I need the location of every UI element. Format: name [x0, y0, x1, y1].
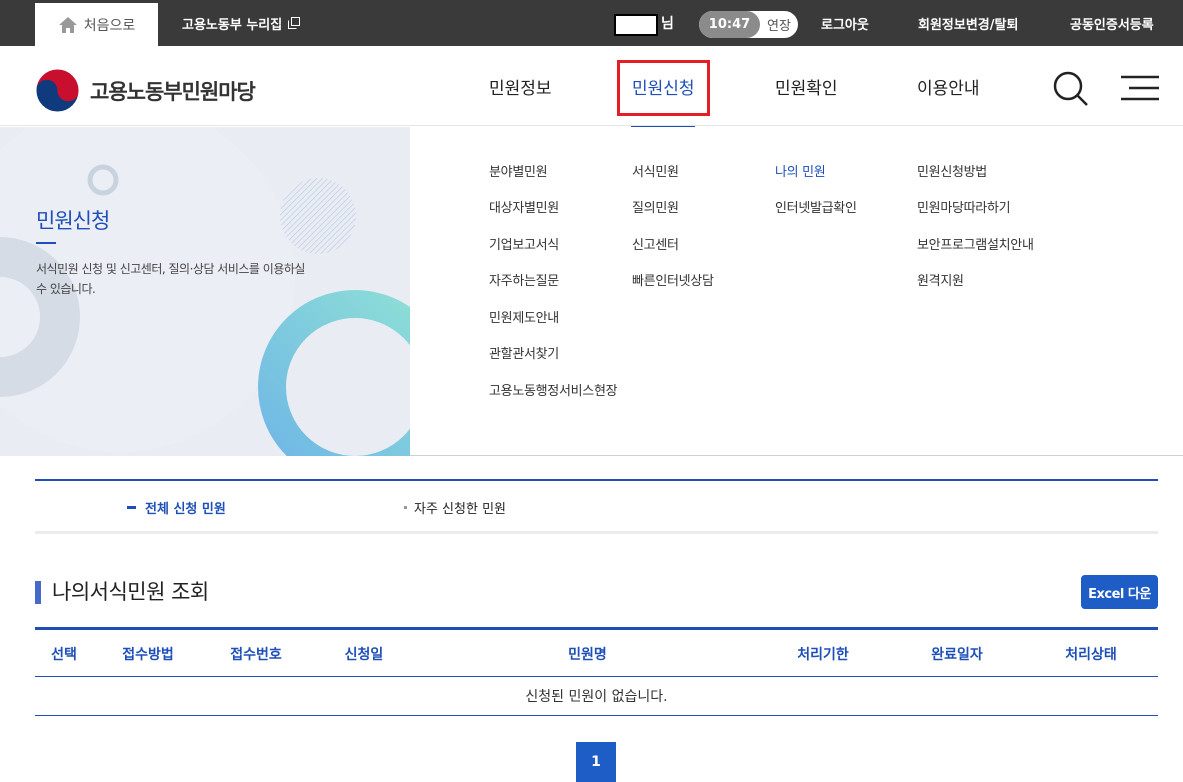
active-tab-marker [127, 505, 136, 509]
submenu-faq[interactable]: 자주하는질문 [489, 270, 559, 289]
submenu-company-report[interactable]: 기업보고서식 [489, 234, 559, 253]
extend-session-button[interactable]: 연장 [760, 15, 798, 34]
nav-usage-guide[interactable]: 이용안내 [917, 46, 980, 126]
site-title: 고용노동부민원마당 [90, 79, 256, 104]
col-select: 선택 [51, 646, 77, 663]
submenu-security-install[interactable]: 보안프로그램설치안내 [917, 234, 1034, 253]
excel-download-button[interactable]: Excel 다운 [1081, 575, 1158, 609]
submenu-inquiry-complaint[interactable]: 질의민원 [632, 197, 679, 216]
nav-highlight-box [617, 60, 710, 116]
submenu-field-complaint[interactable]: 분야별민원 [489, 161, 548, 180]
submenu-target-complaint[interactable]: 대상자별민원 [489, 197, 559, 216]
mega-menu-dropdown: 민원신청 서식민원 신청 및 신고센터, 질의·상담 서비스를 이용하실 수 있… [0, 127, 1183, 456]
tab-all-complaints-label: 전체 신청 민원 [145, 501, 226, 517]
col-status: 처리상태 [1065, 646, 1117, 663]
home-link[interactable]: 처음으로 [35, 3, 158, 46]
section-title-marker [35, 581, 41, 604]
complaint-subtabs: 전체 신청 민원 자주 신청한 민원 [35, 479, 1158, 534]
col-receipt-number: 접수번호 [230, 646, 282, 663]
home-icon [58, 16, 77, 33]
submenu-system-guide[interactable]: 민원제도안내 [489, 307, 559, 326]
tab-all-complaints[interactable]: 전체 신청 민원 [127, 481, 226, 533]
timer-value: 10:47 [699, 11, 760, 38]
nurijip-link[interactable]: 고용노동부 누리집 [182, 0, 301, 46]
submenu-office-finder[interactable]: 관할관서찾기 [489, 343, 559, 362]
promo-accent-bar [36, 242, 56, 244]
submenu-apply-method[interactable]: 민원신청방법 [917, 161, 987, 180]
search-icon[interactable] [1052, 70, 1090, 108]
nurijip-label: 고용노동부 누리집 [182, 17, 283, 33]
col-apply-date: 신청일 [344, 646, 384, 663]
submenu-remote-support[interactable]: 원격지원 [917, 270, 964, 289]
home-label: 처음으로 [83, 17, 136, 34]
tab-frequent-complaints[interactable]: 자주 신청한 민원 [404, 481, 506, 533]
tab-bullet [404, 505, 407, 509]
promo-description: 서식민원 신청 및 신고센터, 질의·상담 서비스를 이용하실 수 있습니다. [36, 262, 305, 296]
session-timer: 10:47 연장 [699, 11, 798, 38]
col-deadline: 처리기한 [797, 646, 849, 663]
page-1-button[interactable]: 1 [576, 742, 616, 782]
certificate-register-link[interactable]: 공동인증서등록 [1070, 0, 1154, 46]
submenu-tutorial[interactable]: 민원마당따라하기 [917, 197, 1011, 216]
promo-title: 민원신청 [36, 209, 110, 233]
hamburger-menu-icon[interactable] [1121, 74, 1159, 102]
submenu-form-complaint[interactable]: 서식민원 [632, 161, 679, 180]
logout-link[interactable]: 로그아웃 [821, 0, 869, 46]
site-header: 고용노동부민원마당 민원정보 민원신청 민원확인 이용안내 [0, 46, 1183, 131]
submenu-quick-consult[interactable]: 빠른인터넷상담 [632, 270, 714, 289]
col-completion-date: 완료일자 [931, 646, 983, 663]
submenu-report-center[interactable]: 신고센터 [632, 234, 679, 253]
new-window-icon [288, 17, 301, 29]
submenu-my-complaint[interactable]: 나의 민원 [775, 161, 826, 180]
col-receipt-method: 접수방법 [122, 646, 174, 663]
col-complaint-name: 민원명 [568, 646, 607, 663]
submenu-issuance-check[interactable]: 인터넷발급확인 [775, 197, 857, 216]
taegeuk-logo-icon [35, 68, 80, 113]
page-title: 나의서식민원 조회 [52, 580, 209, 604]
complaint-table: 선택 접수방법 접수번호 신청일 민원명 처리기한 완료일자 처리상태 신청된 … [35, 627, 1158, 716]
nav-complaint-info[interactable]: 민원정보 [489, 46, 552, 126]
submenu-service-field[interactable]: 고용노동행정서비스현장 [489, 380, 618, 399]
member-info-link[interactable]: 회원정보변경/탈퇴 [918, 0, 1018, 46]
tab-frequent-complaints-label: 자주 신청한 민원 [414, 501, 506, 517]
user-suffix: 님 [661, 16, 674, 32]
top-utility-bar: 처음으로 고용노동부 누리집 님 10:47 연장 로그아웃 회원정보변경/탈퇴… [0, 0, 1183, 46]
table-header: 선택 접수방법 접수번호 신청일 민원명 처리기한 완료일자 처리상태 [35, 627, 1158, 677]
promo-panel: 민원신청 서식민원 신청 및 신고센터, 질의·상담 서비스를 이용하실 수 있… [0, 127, 410, 456]
empty-message: 신청된 민원이 없습니다. [35, 677, 1158, 716]
nav-complaint-check[interactable]: 민원확인 [775, 46, 838, 126]
user-name-redacted [614, 14, 658, 36]
site-logo[interactable]: 고용노동부민원마당 [35, 68, 256, 113]
